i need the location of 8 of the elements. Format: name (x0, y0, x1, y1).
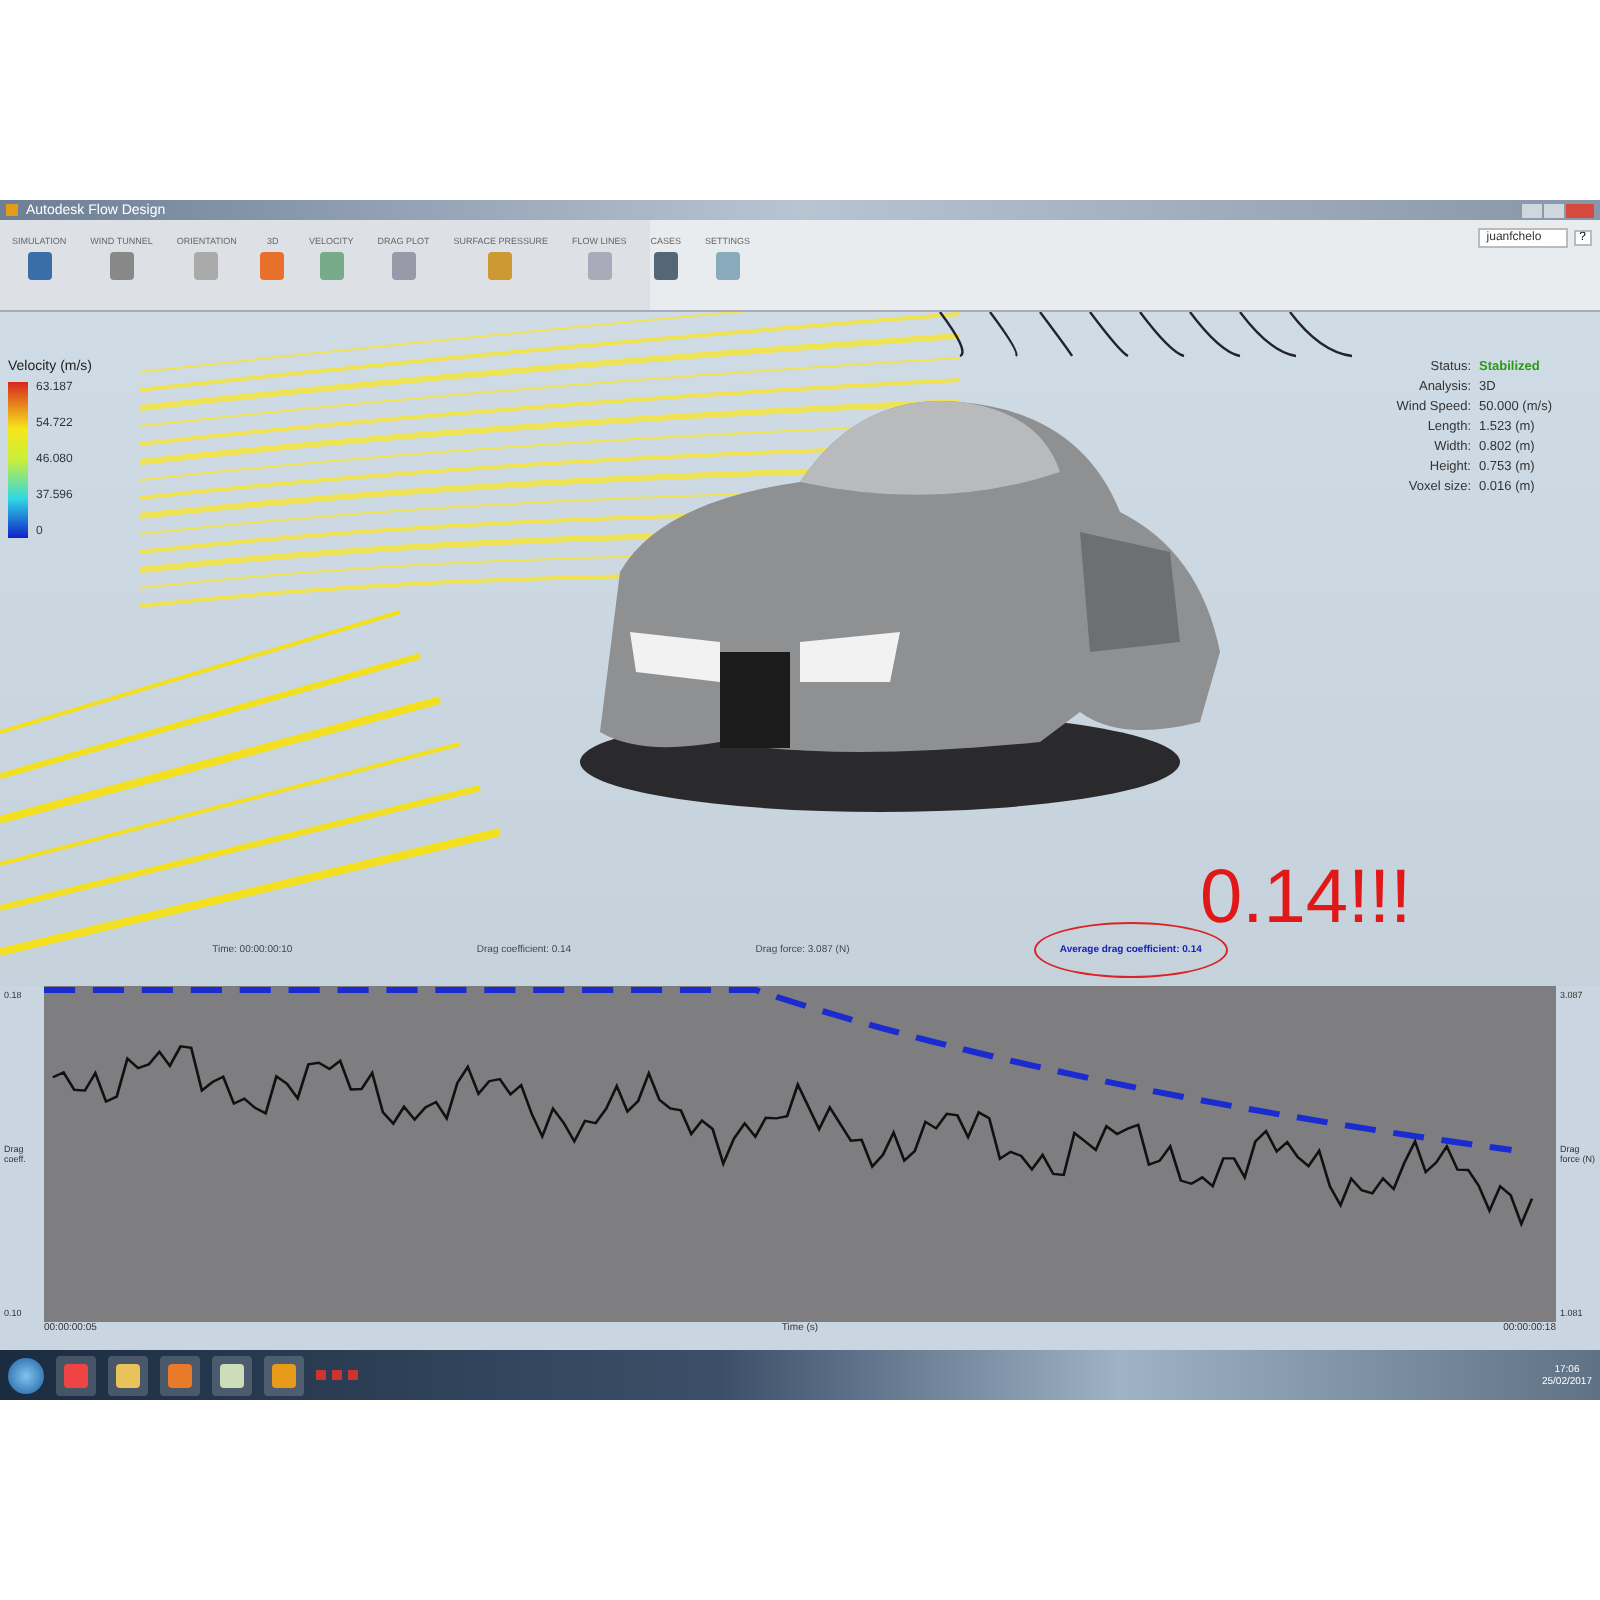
taskbar-button[interactable] (264, 1355, 304, 1395)
taskbar-button[interactable] (56, 1355, 96, 1395)
start-button[interactable] (8, 1357, 44, 1393)
tray-icons (316, 1370, 358, 1380)
taskbar-button[interactable] (160, 1355, 200, 1395)
taskbar-button[interactable] (108, 1355, 148, 1395)
app-icon (6, 204, 18, 216)
taskbar-button[interactable] (212, 1355, 252, 1395)
